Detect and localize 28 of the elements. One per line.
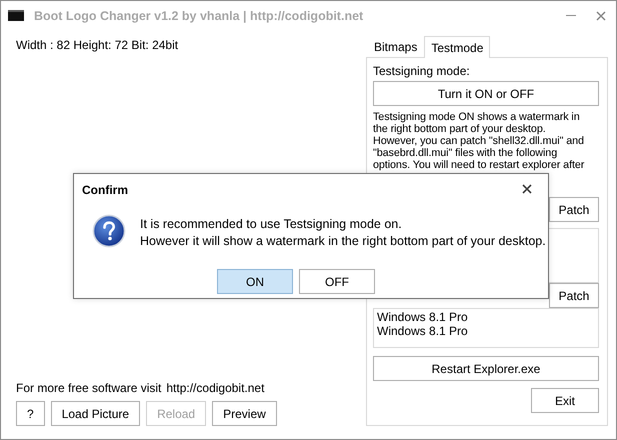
website-link[interactable]: http://codigobit.net <box>166 381 264 395</box>
help-button[interactable]: ? <box>16 401 45 426</box>
list-item: Windows 8.1 Pro <box>377 324 469 338</box>
dialog-button[interactable]: OFF <box>299 269 375 294</box>
app-icon <box>8 10 24 21</box>
dialog-button[interactable]: ON <box>217 269 293 294</box>
action-button[interactable]: Preview <box>212 401 277 426</box>
patch-button[interactable]: Patch <box>549 197 599 222</box>
patch-button[interactable]: Patch <box>549 283 599 308</box>
restart-button[interactable]: Restart Explorer.exe <box>373 356 599 381</box>
description-line: the right bottom part of your desktop. <box>373 123 547 135</box>
description-line: Testsigning mode ON shows a watermark in <box>373 111 581 123</box>
tab[interactable]: Testmode <box>424 36 490 58</box>
toggle-button[interactable]: Turn it ON or OFF <box>373 81 599 106</box>
dialog-message: However it will show a watermark in the right bottom part of your desktop. <box>140 232 546 250</box>
action-button[interactable]: Load Picture <box>50 401 140 426</box>
dialog-message: It is recommended to use Testsigning mode on. <box>140 216 403 232</box>
list-item: Windows 8.1 Pro <box>377 310 469 324</box>
dialog-title: Confirm <box>82 183 128 197</box>
footer-text: For more free software visit <box>16 381 162 395</box>
exit-button[interactable]: Exit <box>531 388 599 413</box>
description-line: However, you can patch "shell32.dll.mui" and <box>373 135 585 147</box>
tab[interactable]: Bitmaps <box>367 36 424 57</box>
description-line: "basebrd.dll.mui" files with the following <box>373 147 558 159</box>
image-info: Width : 82 Height: 72 Bit: 24bit <box>16 38 180 52</box>
window-title: Boot Logo Changer v1.2 by vhanla | http://codigobit.net <box>34 8 364 22</box>
description-line: options. You will need to restart explorer after <box>373 159 586 171</box>
section-label: Testsigning mode: <box>373 64 471 78</box>
